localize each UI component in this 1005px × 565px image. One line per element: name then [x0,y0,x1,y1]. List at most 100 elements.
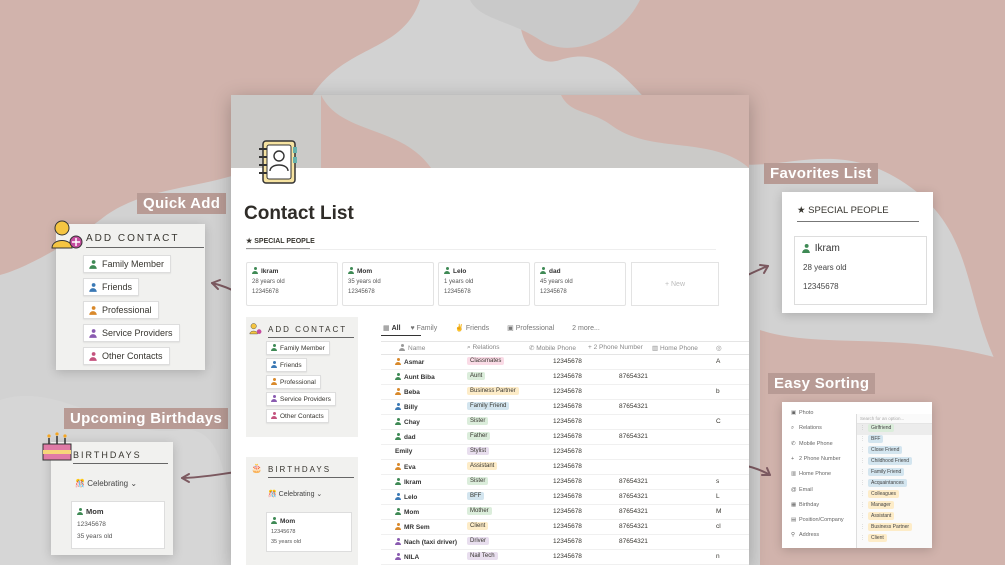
table-row[interactable]: dad Father 12345678 87654321 [381,430,749,445]
special-person-card[interactable]: dad 45 years old 12345678 [534,262,626,306]
special-person-name-row: Mom [348,267,428,275]
table-row[interactable]: Aunt Biba Aunt 12345678 87654321 [381,370,749,385]
cell-extra: n [716,553,720,560]
cell-mobile-phone: 12345678 [553,448,582,455]
table-row[interactable]: Ikram Sister 12345678 87654321 s [381,475,749,490]
view-tabs: ▦ All ♥ Family ✌ Friends ▣ Professional … [383,324,608,332]
table-row[interactable]: Asmar Classmates 12345678 A [381,355,749,370]
property-item[interactable]: ✆ Mobile Phone [791,441,833,447]
table-row[interactable]: MR Sem Client 12345678 87654321 cl [381,520,749,535]
table-header: Name ⌕ Relations ✆ Mobile Phone + 2 Phon… [381,341,749,355]
column-relations[interactable]: ⌕ Relations [467,344,500,352]
property-item[interactable]: ⌕ Relations [791,425,822,432]
option-item[interactable]: ⋮ Client [857,534,932,545]
option-tag: Manager [868,501,894,509]
property-item[interactable]: ▦ Birthday [791,502,819,508]
table-row[interactable]: Chay Sister 12345678 C [381,415,749,430]
table-row[interactable]: Emily Stylist 12345678 [381,445,749,460]
quick-add-button-0[interactable]: Family Member [83,255,172,273]
person-icon [395,373,401,380]
more-columns-icon[interactable]: ◎ [716,344,722,352]
table-row[interactable]: Lelo BFF 12345678 87654321 L [381,490,749,505]
special-person-phone: 12345678 [444,289,471,295]
special-people-label: SPECIAL PEOPLE [254,238,315,245]
tab-more[interactable]: 2 more... [572,325,600,332]
property-item[interactable]: ⚲ Address [791,532,819,538]
table-row[interactable]: NILA Nail Tech 12345678 n [381,550,749,565]
add-contact-button-0[interactable]: Family Member [266,341,330,355]
property-icon: ▦ [791,501,797,508]
birthday-entry-card[interactable]: Mom 12345678 35 years old [266,512,352,552]
property-item[interactable]: +2 Phone Number [791,456,841,462]
cell-relations: Business Partner [467,387,519,395]
special-person-name-row: dad [540,267,620,275]
table-row[interactable]: Billy Family Friend 12345678 87654321 [381,400,749,415]
add-contact-button-4[interactable]: Other Contacts [266,409,329,423]
column-home-phone[interactable]: ▥ Home Phone [652,344,698,352]
add-contact-header: ADD CONTACT [86,233,204,248]
contact-name: Emily [395,448,413,455]
special-person-card[interactable]: Mom 35 years old 12345678 [342,262,434,306]
option-item[interactable]: ⋮ Colleagues [857,490,932,501]
option-item[interactable]: ⋮ Business Partner [857,523,932,534]
favorite-entry-card[interactable]: Ikram 28 years old 12345678 [794,236,927,305]
option-search-input[interactable]: Search for an option... [857,414,932,424]
person-icon [89,329,97,338]
column-mobile-phone[interactable]: ✆ Mobile Phone [529,344,576,352]
person-icon [252,267,258,274]
option-item[interactable]: ⋮ Family Friend [857,468,932,479]
special-person-age: 45 years old [540,279,573,285]
birthday-age: 35 years old [271,539,301,545]
property-item[interactable]: ▥ Home Phone [791,471,831,477]
option-item[interactable]: ⋮ Manager [857,501,932,512]
birthdays-panel: 🎂 BIRTHDAYS 🎊 Celebrating ⌄ Mom 12345678… [246,457,358,565]
person-icon [444,267,450,274]
table-row[interactable]: Mom Mother 12345678 87654321 M [381,505,749,520]
property-icon: + [791,455,795,462]
tab-professional[interactable]: ▣ Professional [507,325,562,332]
contact-name: Aunt Biba [404,374,435,381]
property-icon: ▣ [791,410,797,416]
option-item[interactable]: ⋮ Girlfriend [857,424,932,435]
add-contact-button-1[interactable]: Friends [266,358,307,372]
table-row[interactable]: Beba Business Partner 12345678 b [381,385,749,400]
special-person-card[interactable]: Lelo 1 years old 12345678 [438,262,530,306]
column-name[interactable]: Name [399,344,425,352]
relation-tag: Assistant [467,462,498,470]
special-person-name: Lelo [453,268,467,275]
add-contact-button-3[interactable]: Service Providers [266,392,336,406]
celebrating-view-selector[interactable]: 🎊 Celebrating ⌄ [268,490,322,498]
birthday-name: Mom [86,507,104,516]
option-item[interactable]: ⋮ Acquaintances [857,479,932,490]
option-tag: Family Friend [868,468,905,476]
add-contact-button-2[interactable]: Professional [266,375,321,389]
table-row[interactable]: Nach (taxi driver) Driver 12345678 87654321 [381,535,749,550]
property-item[interactable]: ▤ Position/Company [791,517,844,523]
quick-add-button-2[interactable]: Professional [83,301,159,319]
tab-friends[interactable]: ✌ Friends [455,325,497,332]
option-item[interactable]: ⋮ BFF [857,435,932,446]
column-phone-2[interactable]: + 2 Phone Number [588,344,643,351]
quick-add-button-1[interactable]: Friends [83,278,140,296]
special-person-name-row: Ikram [252,267,332,275]
tab-family[interactable]: ♥ Family [410,325,445,332]
table-row[interactable]: Eva Assistant 12345678 [381,460,749,475]
cell-extra: A [716,358,721,365]
property-item[interactable]: @ Email [791,487,813,493]
property-label: 2 Phone Number [799,455,841,462]
celebrating-view-selector[interactable]: 🎊 Celebrating ⌄ [75,479,137,488]
option-item[interactable]: ⋮ Assistant [857,512,932,523]
quick-add-button-3[interactable]: Service Providers [83,324,180,342]
option-item[interactable]: ⋮ Childhood Friend [857,457,932,468]
tab-all[interactable]: ▦ All [383,325,401,332]
special-person-card[interactable]: Ikram 28 years old 12345678 [246,262,338,306]
special-person-age: 28 years old [252,279,285,285]
property-item[interactable]: ▣ Photo [791,410,813,416]
birthdays-header: BIRTHDAYS [73,450,168,464]
birthday-entry-card[interactable]: Mom 12345678 35 years old [71,501,165,549]
special-people-header: ★ SPECIAL PEOPLE [797,205,919,222]
option-item[interactable]: ⋮ Close Friend [857,446,932,457]
person-icon [395,463,401,470]
new-card-button[interactable]: + New [631,262,719,306]
quick-add-button-4[interactable]: Other Contacts [83,347,170,365]
